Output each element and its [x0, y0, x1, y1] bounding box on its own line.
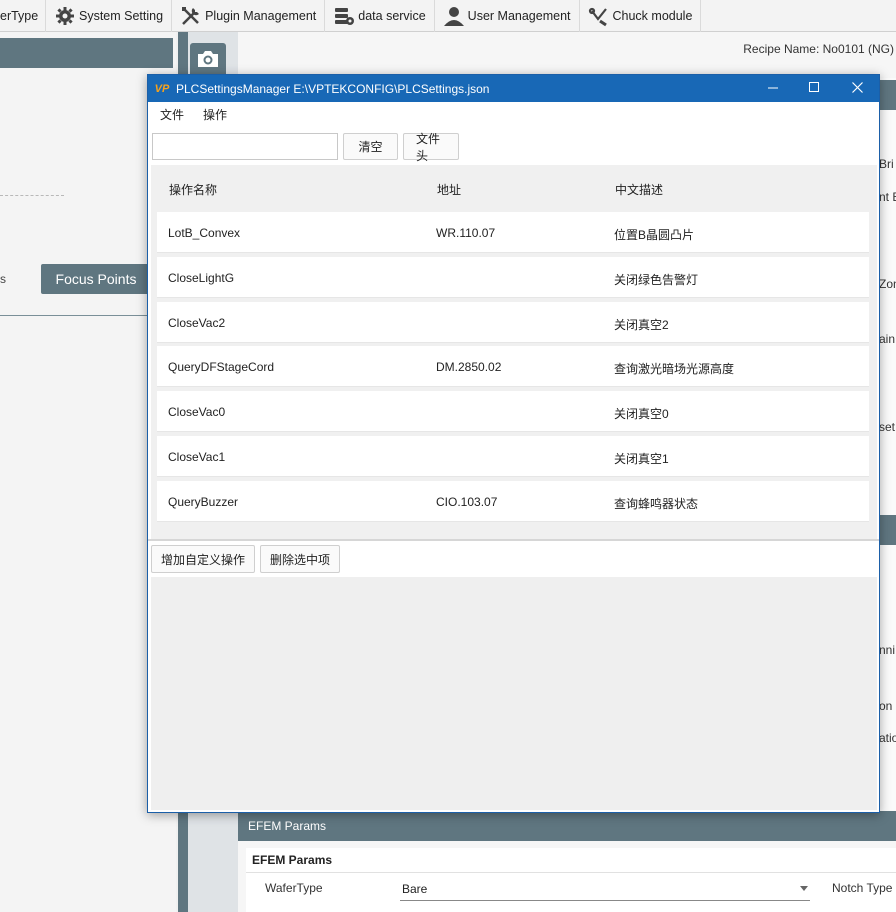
grid-divider [148, 539, 879, 541]
left-panel-header [0, 38, 173, 68]
cell-address: CIO.103.07 [436, 495, 498, 509]
table-row[interactable]: CloseVac2 关闭真空2 [157, 302, 869, 343]
right-partial-label: nt B [879, 190, 896, 204]
close-icon [852, 81, 863, 96]
cell-name: QueryBuzzer [168, 495, 239, 509]
add-custom-operation-button[interactable]: 增加自定义操作 [151, 545, 256, 573]
delete-selected-button[interactable]: 删除选中项 [260, 545, 341, 573]
menu-operation[interactable]: 操作 [203, 106, 227, 123]
right-partial-label: Zon [879, 277, 896, 291]
right-partial-label: Bri [879, 157, 894, 171]
cell-description: 关闭真空2 [614, 318, 669, 332]
column-header-address[interactable]: 地址 [437, 181, 461, 198]
table-row[interactable]: CloseVac0 关闭真空0 [157, 391, 869, 432]
cell-description: 关闭真空0 [614, 407, 669, 421]
toolbar-item-label: System Setting [79, 9, 164, 23]
cell-name: CloseVac1 [168, 450, 226, 464]
toolbar-item-system-setting[interactable]: System Setting [46, 0, 173, 32]
right-partial-label: ain [879, 332, 896, 346]
chevron-down-icon [800, 886, 808, 891]
recipe-name: Recipe Name: No0101 (NG) [743, 42, 894, 56]
toolbar-item-wafer-type[interactable]: erType [0, 0, 46, 32]
cell-name: CloseLightG [168, 271, 235, 285]
cell-description: 关闭绿色告警灯 [614, 273, 699, 287]
table-row[interactable]: QueryBuzzer CIO.103.07 查询蜂鸣器状态 [157, 481, 869, 522]
clear-button[interactable]: 清空 [343, 133, 398, 160]
search-toolbar: 清空 文件头 [152, 132, 459, 163]
detail-area [151, 577, 877, 810]
gear-icon [54, 5, 76, 27]
cell-description: 位置B晶圆凸片 [614, 228, 695, 242]
dialog-title: PLCSettingsManager E:\VPTEKCONFIG\PLCSet… [176, 81, 490, 96]
cell-address: DM.2850.02 [436, 360, 502, 374]
chuck-icon [588, 5, 610, 27]
left-divider [0, 195, 64, 196]
dialog-titlebar[interactable]: VP PLCSettingsManager E:\VPTEKCONFIG\PLC… [148, 75, 879, 102]
tools-icon [180, 5, 202, 27]
wafer-type-select[interactable]: Bare [400, 877, 810, 901]
cell-name: QueryDFStageCord [168, 360, 275, 374]
column-header-name[interactable]: 操作名称 [169, 181, 217, 198]
main-toolbar: erType System Setting Plugin Management … [0, 0, 896, 32]
toolbar-item-chuck-module[interactable]: Chuck module [580, 0, 702, 32]
file-header-button[interactable]: 文件头 [403, 132, 459, 163]
cell-description: 查询激光暗场光源高度 [614, 362, 735, 376]
wafer-type-value: Bare [402, 881, 428, 896]
toolbar-item-plugin-management[interactable]: Plugin Management [172, 0, 326, 32]
table-row[interactable]: LotB_Convex WR.110.07 位置B晶圆凸片 [157, 212, 869, 253]
camera-button[interactable] [190, 43, 226, 77]
minimize-icon [768, 82, 779, 96]
focus-points-button[interactable]: Focus Points [41, 264, 151, 294]
toolbar-item-label: data service [358, 9, 426, 23]
grid-header: 操作名称 地址 中文描述 [151, 165, 877, 209]
efem-params-header[interactable]: EFEM Params [238, 811, 896, 841]
wafer-type-label: WaferType [265, 881, 323, 895]
database-icon [333, 5, 355, 27]
camera-icon [196, 49, 220, 72]
toolbar-item-label: User Management [467, 9, 571, 23]
app-logo-icon: VP [154, 82, 170, 95]
toolbar-item-label: erType [0, 9, 39, 23]
maximize-icon [809, 81, 820, 96]
left-partial-label: s [0, 272, 6, 286]
cell-description: 关闭真空1 [614, 452, 669, 466]
menu-file[interactable]: 文件 [160, 106, 184, 123]
toolbar-item-user-management[interactable]: User Management [435, 0, 580, 32]
cell-name: CloseVac2 [168, 316, 226, 330]
table-row[interactable]: CloseLightG 关闭绿色告警灯 [157, 257, 869, 298]
user-icon [443, 5, 465, 27]
efem-section-title: EFEM Params [252, 853, 333, 867]
right-partial-label: on [879, 699, 893, 713]
table-row[interactable]: CloseVac1 关闭真空1 [157, 436, 869, 477]
toolbar-item-label: Plugin Management [205, 9, 317, 23]
toolbar-item-data-service[interactable]: data service [325, 0, 435, 32]
right-partial-label: atio [879, 731, 896, 745]
search-input[interactable] [152, 133, 338, 160]
right-panel-header [879, 515, 896, 545]
cell-name: CloseVac0 [168, 405, 226, 419]
cell-address: WR.110.07 [436, 226, 496, 240]
efem-divider [246, 872, 896, 873]
notch-type-label: Notch Type [832, 881, 893, 895]
cell-description: 查询蜂鸣器状态 [614, 497, 699, 511]
right-partial-label: set [879, 420, 896, 434]
action-toolbar: 增加自定义操作 删除选中项 [151, 545, 345, 573]
plc-settings-dialog: VP PLCSettingsManager E:\VPTEKCONFIG\PLC… [147, 74, 880, 813]
table-row[interactable]: QueryDFStageCord DM.2850.02 查询激光暗场光源高度 [157, 346, 869, 387]
minimize-button[interactable] [752, 75, 795, 102]
toolbar-item-label: Chuck module [612, 9, 693, 23]
maximize-button[interactable] [793, 75, 836, 102]
close-button[interactable] [836, 75, 879, 102]
right-partial-label: nni [879, 643, 896, 657]
dialog-menubar: 文件 操作 [148, 102, 879, 127]
cell-name: LotB_Convex [168, 226, 241, 240]
right-panel-header [879, 80, 896, 110]
operations-grid: 操作名称 地址 中文描述 LotB_Convex WR.110.07 位置B晶圆… [151, 165, 877, 539]
column-header-description[interactable]: 中文描述 [615, 181, 663, 198]
